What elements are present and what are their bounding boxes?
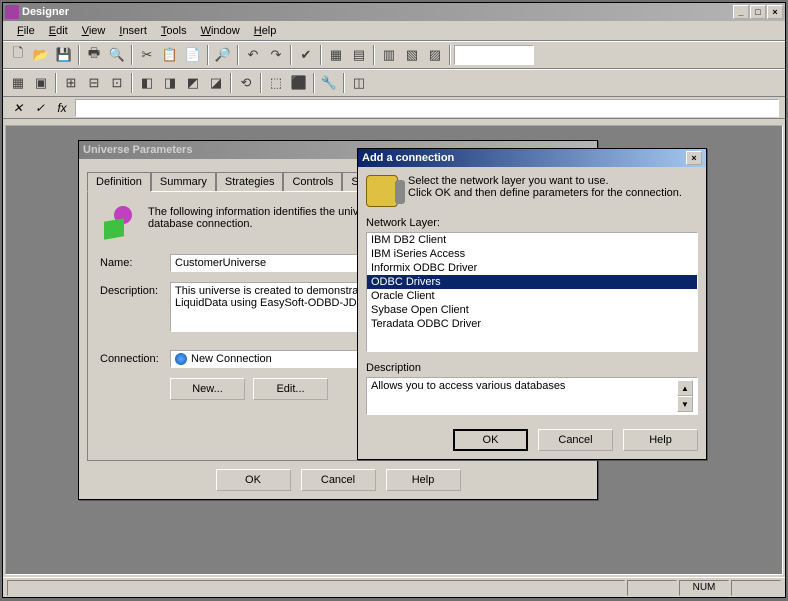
t2-icon-2[interactable]: ▣ [30, 72, 52, 94]
menu-window[interactable]: Window [195, 23, 246, 38]
menubar: File Edit View Insert Tools Window Help [3, 21, 785, 41]
new-button[interactable]: New... [170, 378, 245, 400]
menu-file[interactable]: File [11, 23, 41, 38]
grid1-icon[interactable]: ▤ [348, 44, 370, 66]
ac-intro1: Select the network layer you want to use… [408, 175, 698, 187]
list-item[interactable]: IBM iSeries Access [367, 247, 697, 261]
ac-ok-button[interactable]: OK [453, 429, 528, 451]
menu-insert[interactable]: Insert [113, 23, 153, 38]
open-icon[interactable]: 📂 [30, 44, 52, 66]
menu-edit[interactable]: Edit [43, 23, 74, 38]
ac-desc-label: Description [366, 362, 698, 374]
status-cell-3 [731, 580, 781, 596]
scroll-up-icon[interactable]: ▲ [677, 380, 693, 396]
toolbar-2: ▦ ▣ ⊞ ⊟ ⊡ ◧ ◨ ◩ ◪ ⟲ ⬚ ⬛ 🔧 ◫ [3, 69, 785, 97]
edit-button[interactable]: Edit... [253, 378, 328, 400]
tab-strategies[interactable]: Strategies [216, 172, 284, 192]
tab-definition[interactable]: Definition [87, 172, 151, 192]
print-icon[interactable]: 🖶 [83, 44, 105, 66]
up-ok-button[interactable]: OK [216, 469, 291, 491]
t2-icon-8[interactable]: ◩ [182, 72, 204, 94]
ac-desc-box: Allows you to access various databases ▲… [366, 377, 698, 415]
t2-icon-4[interactable]: ⊟ [83, 72, 105, 94]
t2-icon-3[interactable]: ⊞ [60, 72, 82, 94]
formula-accept[interactable]: ✓ [31, 99, 49, 117]
t2-icon-11[interactable]: ⬚ [265, 72, 287, 94]
tab-controls[interactable]: Controls [283, 172, 342, 192]
t2-icon-7[interactable]: ◨ [159, 72, 181, 94]
menu-help[interactable]: Help [248, 23, 283, 38]
list-item[interactable]: ODBC Drivers [367, 275, 697, 289]
up-help-button[interactable]: Help [386, 469, 461, 491]
ac-desc-value: Allows you to access various databases [371, 380, 677, 392]
menu-tools[interactable]: Tools [155, 23, 193, 38]
app-title: Designer [22, 6, 733, 18]
up-title: Universe Parameters [83, 144, 192, 156]
grid4-icon[interactable]: ▨ [424, 44, 446, 66]
network-layer-list[interactable]: IBM DB2 ClientIBM iSeries AccessInformix… [366, 232, 698, 352]
status-num: NUM [679, 580, 729, 596]
toolbar-combo[interactable] [454, 45, 534, 65]
grid2-icon[interactable]: ▥ [378, 44, 400, 66]
app-icon [5, 5, 19, 19]
status-cell-1 [627, 580, 677, 596]
grid3-icon[interactable]: ▧ [401, 44, 423, 66]
formula-bar: ✕ ✓ fx [3, 97, 785, 119]
check-icon[interactable]: ✔ [295, 44, 317, 66]
tab-summary[interactable]: Summary [151, 172, 216, 192]
preview-icon[interactable]: 🔍 [106, 44, 128, 66]
network-layer-label: Network Layer: [366, 217, 698, 229]
name-label: Name: [100, 254, 170, 269]
undo-icon[interactable]: ↶ [242, 44, 264, 66]
t2-icon-10[interactable]: ⟲ [235, 72, 257, 94]
conn-label: Connection: [100, 350, 170, 365]
formula-cancel[interactable]: ✕ [9, 99, 27, 117]
connection-value: New Connection [191, 353, 272, 365]
new-icon[interactable]: 🗋 [7, 44, 29, 66]
minimize-button[interactable]: _ [733, 5, 749, 19]
ac-title: Add a connection [362, 152, 454, 164]
redo-icon[interactable]: ↷ [265, 44, 287, 66]
menu-view[interactable]: View [76, 23, 112, 38]
t2-icon-5[interactable]: ⊡ [106, 72, 128, 94]
list-item[interactable]: Oracle Client [367, 289, 697, 303]
t2-icon-6[interactable]: ◧ [136, 72, 158, 94]
main-titlebar: Designer _ □ × [3, 3, 785, 21]
paste-icon[interactable]: 📄 [182, 44, 204, 66]
list-item[interactable]: Teradata ODBC Driver [367, 317, 697, 331]
t2-icon-14[interactable]: ◫ [348, 72, 370, 94]
cut-icon[interactable]: ✂ [136, 44, 158, 66]
ac-cancel-button[interactable]: Cancel [538, 429, 613, 451]
wizard-icon [366, 175, 398, 207]
list-item[interactable]: Informix ODBC Driver [367, 261, 697, 275]
up-cancel-button[interactable]: Cancel [301, 469, 376, 491]
status-main [7, 580, 625, 596]
ac-help-button[interactable]: Help [623, 429, 698, 451]
t2-icon-9[interactable]: ◪ [205, 72, 227, 94]
ac-intro2: Click OK and then define parameters for … [408, 187, 698, 199]
ac-close-button[interactable]: × [686, 151, 702, 165]
add-connection-dialog: Add a connection × Select the network la… [357, 148, 707, 460]
save-icon[interactable]: 💾 [53, 44, 75, 66]
toolbar-1: 🗋 📂 💾 🖶 🔍 ✂ 📋 📄 🔎 ↶ ↷ ✔ ▦ ▤ ▥ ▧ ▨ [3, 41, 785, 69]
t2-icon-12[interactable]: ⬛ [288, 72, 310, 94]
globe-icon [175, 353, 187, 365]
maximize-button[interactable]: □ [750, 5, 766, 19]
statusbar: NUM [3, 577, 785, 597]
desc-label: Description: [100, 282, 170, 297]
copy-icon[interactable]: 📋 [159, 44, 181, 66]
list-item[interactable]: IBM DB2 Client [367, 233, 697, 247]
universe-icon [100, 204, 136, 240]
formula-input[interactable] [75, 99, 779, 117]
ac-titlebar[interactable]: Add a connection × [358, 149, 706, 167]
list-item[interactable]: Sybase Open Client [367, 303, 697, 317]
find-icon[interactable]: 🔎 [212, 44, 234, 66]
t2-icon-1[interactable]: ▦ [7, 72, 29, 94]
wrench-icon[interactable]: 🔧 [318, 72, 340, 94]
formula-fx[interactable]: fx [53, 99, 71, 117]
scroll-down-icon[interactable]: ▼ [677, 396, 693, 412]
close-button[interactable]: × [767, 5, 783, 19]
table-icon[interactable]: ▦ [325, 44, 347, 66]
